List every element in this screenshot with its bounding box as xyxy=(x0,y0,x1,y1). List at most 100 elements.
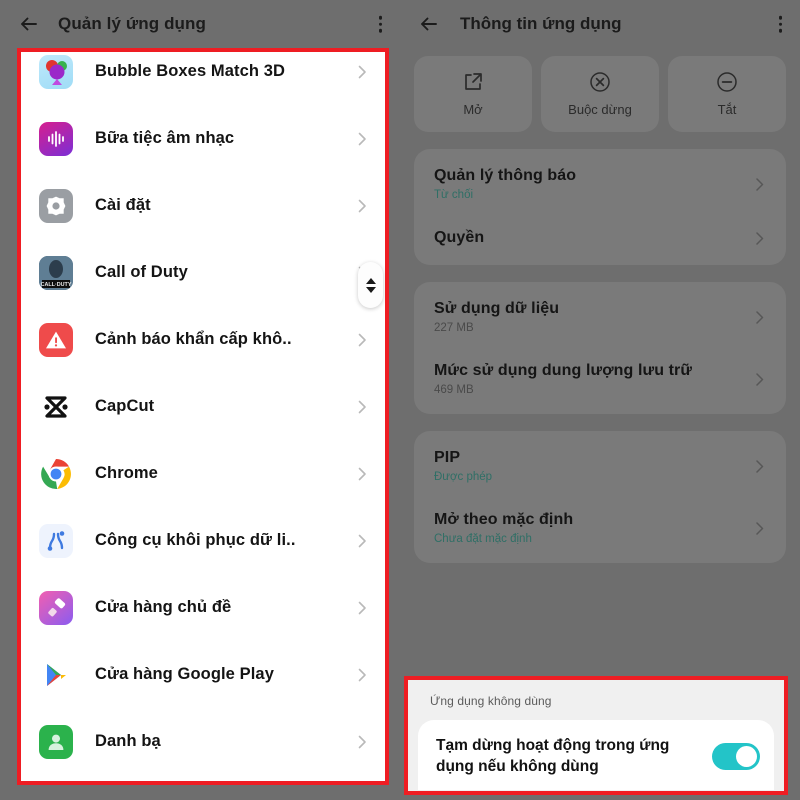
settings-icon xyxy=(39,188,73,223)
chevron-right-icon xyxy=(353,63,371,81)
row-title: PIP xyxy=(434,449,461,466)
music-party-icon xyxy=(39,121,73,156)
row-subtitle: 469 MB xyxy=(434,384,474,396)
chevron-right-icon xyxy=(353,398,371,416)
chevron-right-icon xyxy=(751,458,768,475)
open-external-icon xyxy=(462,71,484,93)
chevron-right-icon xyxy=(353,733,371,751)
force-stop-button[interactable]: Buộc dừng xyxy=(541,56,659,132)
app-management-screenshot: Quản lý ứng dụng Bubble Boxes Match 3D B… xyxy=(0,0,800,800)
emergency-alert-icon xyxy=(39,322,73,357)
overflow-menu-icon[interactable] xyxy=(378,15,382,33)
action-label: Buộc dừng xyxy=(568,102,632,117)
list-item[interactable] xyxy=(21,775,385,781)
app-list: Bubble Boxes Match 3D Bữa tiệc âm nhạc C… xyxy=(21,52,385,781)
left-header: Quản lý ứng dụng xyxy=(0,0,400,48)
list-item[interactable]: Cửa hàng chủ đề xyxy=(21,574,385,641)
list-item[interactable]: Cảnh báo khẩn cấp khô.. xyxy=(21,306,385,373)
action-label: Tắt xyxy=(717,102,737,117)
chevron-right-icon xyxy=(353,599,371,617)
row-pause-activity-if-unused[interactable]: Tạm dừng hoạt động trong ứng dụng nếu kh… xyxy=(418,720,774,790)
action-button-bar: Mở Buộc dừng Tắt xyxy=(400,48,800,132)
row-subtitle: Được phép xyxy=(434,471,493,483)
row-title: Mở theo mặc định xyxy=(434,511,574,528)
settings-group-behavior: PIP Được phép Mở theo mặc định Chưa đặt … xyxy=(414,431,786,563)
chevron-right-icon xyxy=(353,331,371,349)
app-name: Cửa hàng chủ đề xyxy=(95,598,232,616)
settings-group-notifications: Quản lý thông báo Từ chối Quyền xyxy=(414,149,786,265)
chevron-right-icon xyxy=(751,520,768,537)
toggle-knob xyxy=(736,745,757,767)
chevron-right-icon xyxy=(751,176,768,193)
app-name: Chrome xyxy=(95,464,158,482)
app-name: CapCut xyxy=(95,397,155,415)
row-permissions[interactable]: Quyền xyxy=(414,215,786,261)
app-list-highlight-box: Bubble Boxes Match 3D Bữa tiệc âm nhạc C… xyxy=(17,48,389,785)
row-storage-usage[interactable]: Mức sử dụng dung lượng lưu trữ 469 MB xyxy=(414,348,786,410)
list-item[interactable]: Chrome xyxy=(21,440,385,507)
force-stop-icon xyxy=(589,71,611,93)
chevron-right-icon xyxy=(353,465,371,483)
list-item[interactable]: Bữa tiệc âm nhạc xyxy=(21,105,385,172)
list-item[interactable]: Cửa hàng Google Play xyxy=(21,641,385,708)
row-pip[interactable]: PIP Được phép xyxy=(414,435,786,497)
chevron-right-icon xyxy=(751,371,768,388)
chevron-right-icon xyxy=(353,197,371,215)
chevron-right-icon xyxy=(353,130,371,148)
action-label: Mở xyxy=(463,102,483,117)
app-name: Bubble Boxes Match 3D xyxy=(95,62,286,80)
app-name: Cửa hàng Google Play xyxy=(95,665,274,683)
row-title: Quản lý thông báo xyxy=(434,167,577,184)
fast-scroll-thumb[interactable] xyxy=(358,262,383,308)
contacts-icon xyxy=(39,724,73,759)
page-title: Thông tin ứng dụng xyxy=(460,14,622,33)
bubble-boxes-icon xyxy=(39,54,73,89)
list-item[interactable]: CALL·DUTY Call of Duty xyxy=(21,239,385,306)
page-title: Quản lý ứng dụng xyxy=(58,14,207,33)
chevron-right-icon xyxy=(751,230,768,247)
list-item[interactable]: CapCut xyxy=(21,373,385,440)
left-panel-app-management: Quản lý ứng dụng Bubble Boxes Match 3D B… xyxy=(0,0,400,800)
right-header: Thông tin ứng dụng xyxy=(400,0,800,48)
unused-apps-highlight-box: Ứng dụng không dùng Tạm dừng hoạt động t… xyxy=(404,676,788,795)
arrow-left-icon[interactable] xyxy=(16,11,42,37)
chevron-right-icon xyxy=(353,532,371,550)
row-subtitle: Từ chối xyxy=(434,189,474,201)
row-open-by-default[interactable]: Mở theo mặc định Chưa đặt mặc định xyxy=(414,497,786,559)
chevron-right-icon xyxy=(751,309,768,326)
arrow-left-icon[interactable] xyxy=(416,11,442,37)
disable-icon xyxy=(716,71,738,93)
unused-section-label: Ứng dụng không dùng xyxy=(430,694,552,708)
list-item[interactable]: Bubble Boxes Match 3D xyxy=(21,52,385,105)
open-button[interactable]: Mở xyxy=(414,56,532,132)
google-play-icon xyxy=(39,657,73,692)
row-subtitle: 227 MB xyxy=(434,322,474,334)
row-title: Mức sử dụng dung lượng lưu trữ xyxy=(434,362,693,379)
pause-activity-toggle[interactable] xyxy=(712,742,760,770)
row-manage-notifications[interactable]: Quản lý thông báo Từ chối xyxy=(414,153,786,215)
app-name: Danh bạ xyxy=(95,732,161,750)
call-of-duty-icon: CALL·DUTY xyxy=(39,255,73,290)
overflow-menu-icon[interactable] xyxy=(778,15,782,33)
svg-text:CALL·DUTY: CALL·DUTY xyxy=(41,282,72,288)
triangle-up-icon xyxy=(365,277,376,284)
app-name: Bữa tiệc âm nhạc xyxy=(95,129,235,147)
app-name: Công cụ khôi phục dữ li.. xyxy=(95,531,296,549)
theme-store-icon xyxy=(39,590,73,625)
chevron-right-icon xyxy=(353,666,371,684)
capcut-icon xyxy=(39,389,73,424)
app-name: Cảnh báo khẩn cấp khô.. xyxy=(95,330,292,348)
list-item[interactable]: Công cụ khôi phục dữ li.. xyxy=(21,507,385,574)
settings-group-usage: Sử dụng dữ liệu 227 MB Mức sử dụng dung … xyxy=(414,282,786,414)
triangle-down-icon xyxy=(365,286,376,293)
row-data-usage[interactable]: Sử dụng dữ liệu 227 MB xyxy=(414,286,786,348)
app-name: Cài đặt xyxy=(95,196,151,214)
row-subtitle: Chưa đặt mặc định xyxy=(434,533,532,545)
app-name: Call of Duty xyxy=(95,263,188,281)
disable-button[interactable]: Tắt xyxy=(668,56,786,132)
list-item[interactable]: Cài đặt xyxy=(21,172,385,239)
row-title: Sử dụng dữ liệu xyxy=(434,300,560,317)
list-item[interactable]: Danh bạ xyxy=(21,708,385,775)
row-title: Quyền xyxy=(434,229,485,246)
row-title: Tạm dừng hoạt động trong ứng dụng nếu kh… xyxy=(436,736,670,775)
